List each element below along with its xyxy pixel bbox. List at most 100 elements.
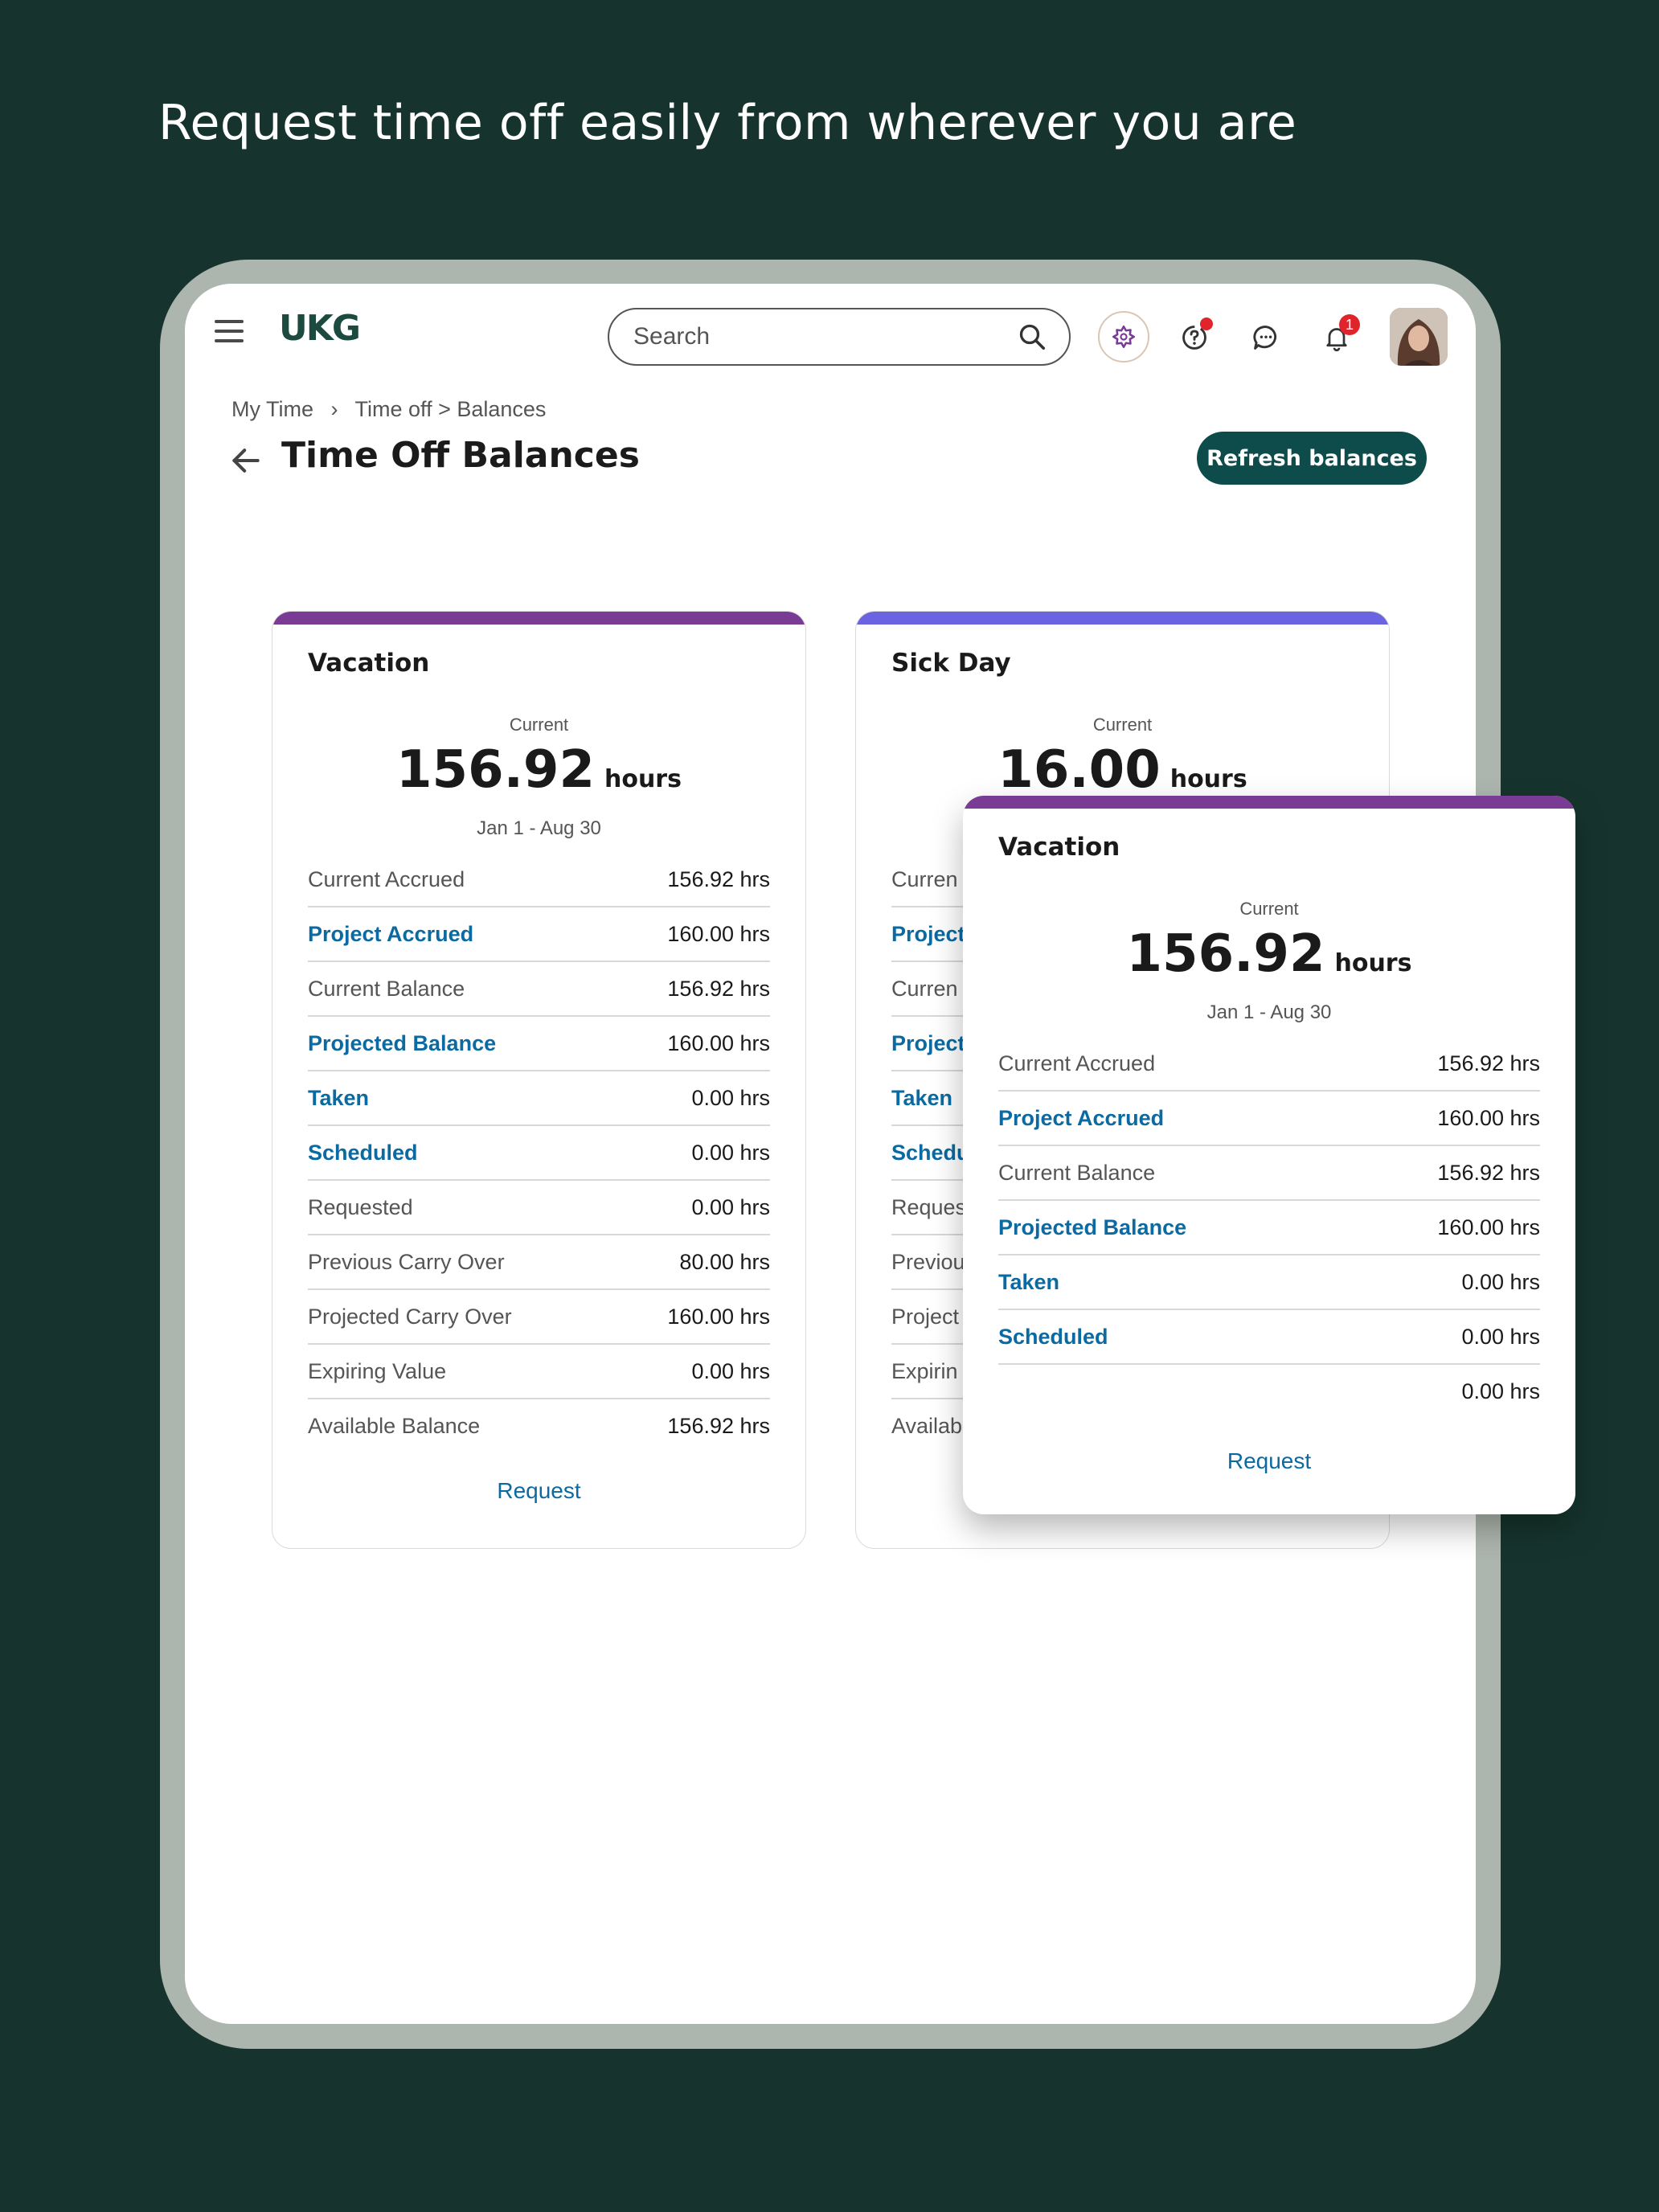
ai-assistant-button[interactable] (1098, 311, 1149, 363)
row-label-link[interactable]: Projected Balance (998, 1215, 1186, 1240)
breadcrumb-my-time[interactable]: My Time (231, 397, 313, 421)
row-label-link[interactable]: Scheduled (998, 1325, 1108, 1350)
table-row: Available Balance 156.92 hrs (308, 1399, 770, 1452)
row-label-link[interactable]: Project (891, 1031, 965, 1056)
user-avatar[interactable] (1390, 308, 1448, 366)
row-label: Curren (891, 866, 958, 891)
row-label-link[interactable]: Schedu (891, 1141, 970, 1165)
row-label-link[interactable]: Taken (998, 1270, 1059, 1295)
row-label-link[interactable]: Taken (891, 1086, 952, 1111)
headline: Request time off easily from wherever yo… (158, 95, 1297, 151)
row-label-link[interactable]: Projected Balance (308, 1031, 496, 1056)
row-value: 0.00 hrs (1461, 1378, 1540, 1403)
refresh-balances-button[interactable]: Refresh balances (1197, 432, 1427, 485)
search-icon[interactable] (1018, 322, 1047, 351)
row-value: 0.00 hrs (691, 1358, 770, 1383)
sparkle-icon (1112, 325, 1136, 349)
row-value: 156.92 hrs (1437, 1160, 1540, 1185)
balance-rows: Current Accrued 156.92 hrs Project Accrue… (308, 853, 770, 1452)
row-label: Current Balance (998, 1160, 1156, 1185)
chat-icon (1253, 326, 1277, 350)
row-label: Curren (891, 976, 958, 1001)
table-row: 0.00 hrs (998, 1365, 1540, 1418)
table-row: Previous Carry Over 80.00 hrs (308, 1235, 770, 1290)
current-hours-unit: hours (604, 765, 682, 793)
current-hours-value: 16.00 (997, 740, 1161, 800)
breadcrumb-separator: › (330, 397, 338, 421)
row-value: 160.00 hrs (1437, 1215, 1540, 1239)
vacation-balance-card-zoomed: Vacation Current 156.92 hours Jan 1 - Aug… (963, 796, 1575, 1514)
card-title: Vacation (308, 649, 430, 678)
row-value: 0.00 hrs (1461, 1269, 1540, 1294)
card-title: Sick Day (891, 649, 1011, 678)
row-value: 156.92 hrs (667, 1413, 770, 1438)
table-row: Expiring Value 0.00 hrs (308, 1345, 770, 1399)
row-label: Previous Carry Over (308, 1249, 505, 1274)
search-input[interactable] (632, 322, 1018, 351)
row-label: Project (891, 1304, 960, 1329)
breadcrumb: My Time › Time off > Balances (231, 397, 546, 422)
breadcrumb-time-off-balances[interactable]: Time off > Balances (355, 397, 547, 421)
current-hours: 156.92 hours (963, 924, 1575, 984)
table-row: Current Balance 156.92 hrs (308, 962, 770, 1017)
row-label-link[interactable]: Project Accrued (998, 1106, 1164, 1131)
ukg-logo[interactable]: UKG (279, 308, 361, 349)
row-value: 160.00 hrs (667, 1030, 770, 1055)
current-hours: 16.00 hours (856, 740, 1389, 800)
table-row: Current Balance 156.92 hrs (998, 1146, 1540, 1201)
row-value: 156.92 hrs (667, 866, 770, 891)
notifications-button[interactable]: 1 (1312, 313, 1362, 363)
table-row: Scheduled 0.00 hrs (998, 1310, 1540, 1365)
row-label: Current Accrued (998, 1051, 1156, 1075)
row-label-link[interactable]: Taken (308, 1086, 369, 1111)
row-value: 160.00 hrs (1437, 1105, 1540, 1130)
help-button[interactable] (1169, 313, 1219, 363)
row-label: Expirin (891, 1358, 958, 1383)
table-row: Projected Balance 160.00 hrs (998, 1201, 1540, 1256)
row-label: Projected Carry Over (308, 1304, 512, 1329)
table-row: Current Accrued 156.92 hrs (998, 1037, 1540, 1092)
table-row: Taken 0.00 hrs (998, 1256, 1540, 1310)
search-bar[interactable] (608, 308, 1071, 366)
request-link[interactable]: Request (963, 1448, 1575, 1474)
card-accent-bar (856, 612, 1389, 625)
date-range: Jan 1 - Aug 30 (1206, 1002, 1332, 1023)
row-value: 156.92 hrs (1437, 1051, 1540, 1075)
back-arrow-icon[interactable] (228, 443, 264, 478)
card-title: Vacation (998, 833, 1120, 862)
row-label: Expiring Value (308, 1358, 447, 1383)
row-label-link[interactable]: Project (891, 922, 965, 947)
row-label: Requested (308, 1194, 413, 1219)
current-label: Current (1239, 899, 1299, 919)
menu-icon[interactable] (215, 315, 245, 346)
current-hours-unit: hours (1334, 949, 1412, 977)
row-label: Availab (891, 1413, 963, 1438)
request-link[interactable]: Request (272, 1478, 805, 1504)
current-label: Current (509, 715, 569, 735)
current-hours-value: 156.92 (396, 740, 595, 800)
row-label-link[interactable]: Project Accrued (308, 922, 473, 947)
current-hours-value: 156.92 (1126, 924, 1325, 984)
table-row: Projected Carry Over 160.00 hrs (308, 1290, 770, 1345)
row-value: 160.00 hrs (667, 1304, 770, 1329)
vacation-balance-card: Vacation Current 156.92 hours Jan 1 - Aug… (272, 611, 806, 1549)
date-range: Jan 1 - Aug 30 (477, 817, 601, 839)
row-label: Current Balance (308, 976, 465, 1001)
row-value: 0.00 hrs (691, 1194, 770, 1219)
avatar-portrait (1390, 308, 1448, 366)
table-row: Project Accrued 160.00 hrs (998, 1092, 1540, 1146)
current-hours: 156.92 hours (272, 740, 805, 800)
row-value: 80.00 hrs (679, 1249, 770, 1274)
row-value: 160.00 hrs (667, 921, 770, 946)
current-hours-unit: hours (1169, 765, 1247, 793)
chat-button[interactable] (1241, 313, 1291, 363)
table-row: Requested 0.00 hrs (308, 1181, 770, 1235)
row-label-link[interactable]: Scheduled (308, 1141, 418, 1165)
table-row: Taken 0.00 hrs (308, 1071, 770, 1126)
table-row: Current Accrued 156.92 hrs (308, 853, 770, 907)
row-value: 0.00 hrs (691, 1085, 770, 1110)
current-label: Current (1092, 715, 1153, 735)
row-label: Current Accrued (308, 866, 465, 891)
card-accent-bar (963, 796, 1575, 809)
row-label: Available Balance (308, 1413, 481, 1438)
